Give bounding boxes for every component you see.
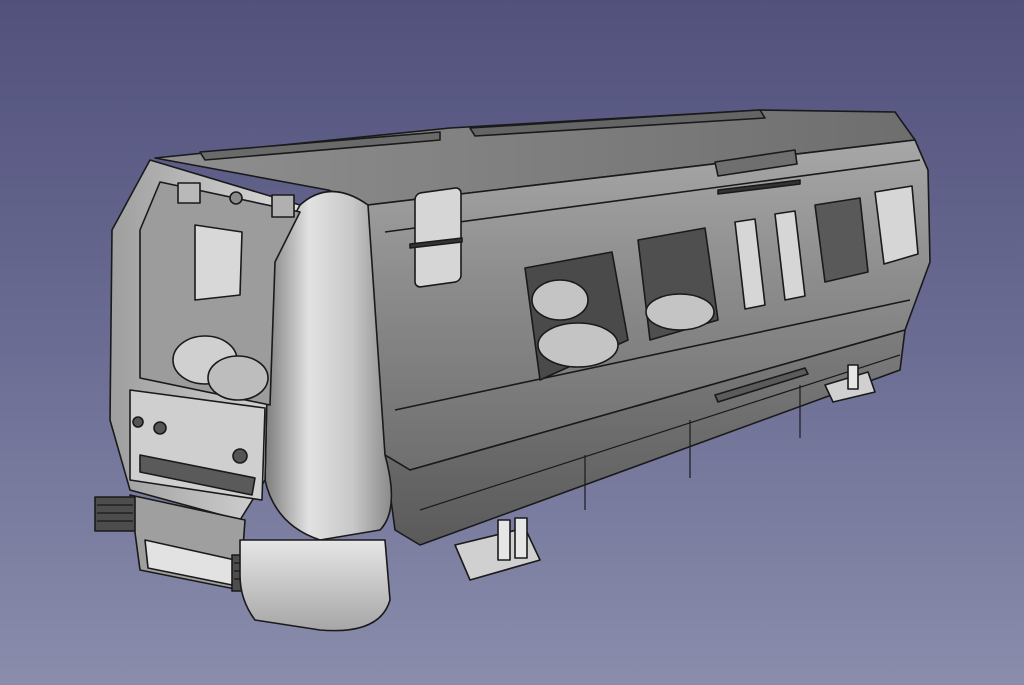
front-bumper <box>239 539 391 632</box>
left-buffer <box>94 496 136 532</box>
window-6 <box>814 197 869 283</box>
window-3-open <box>637 227 719 341</box>
window-1 <box>414 187 462 288</box>
train-car-model[interactable] <box>0 0 1024 685</box>
3d-viewport[interactable] <box>0 0 1024 685</box>
